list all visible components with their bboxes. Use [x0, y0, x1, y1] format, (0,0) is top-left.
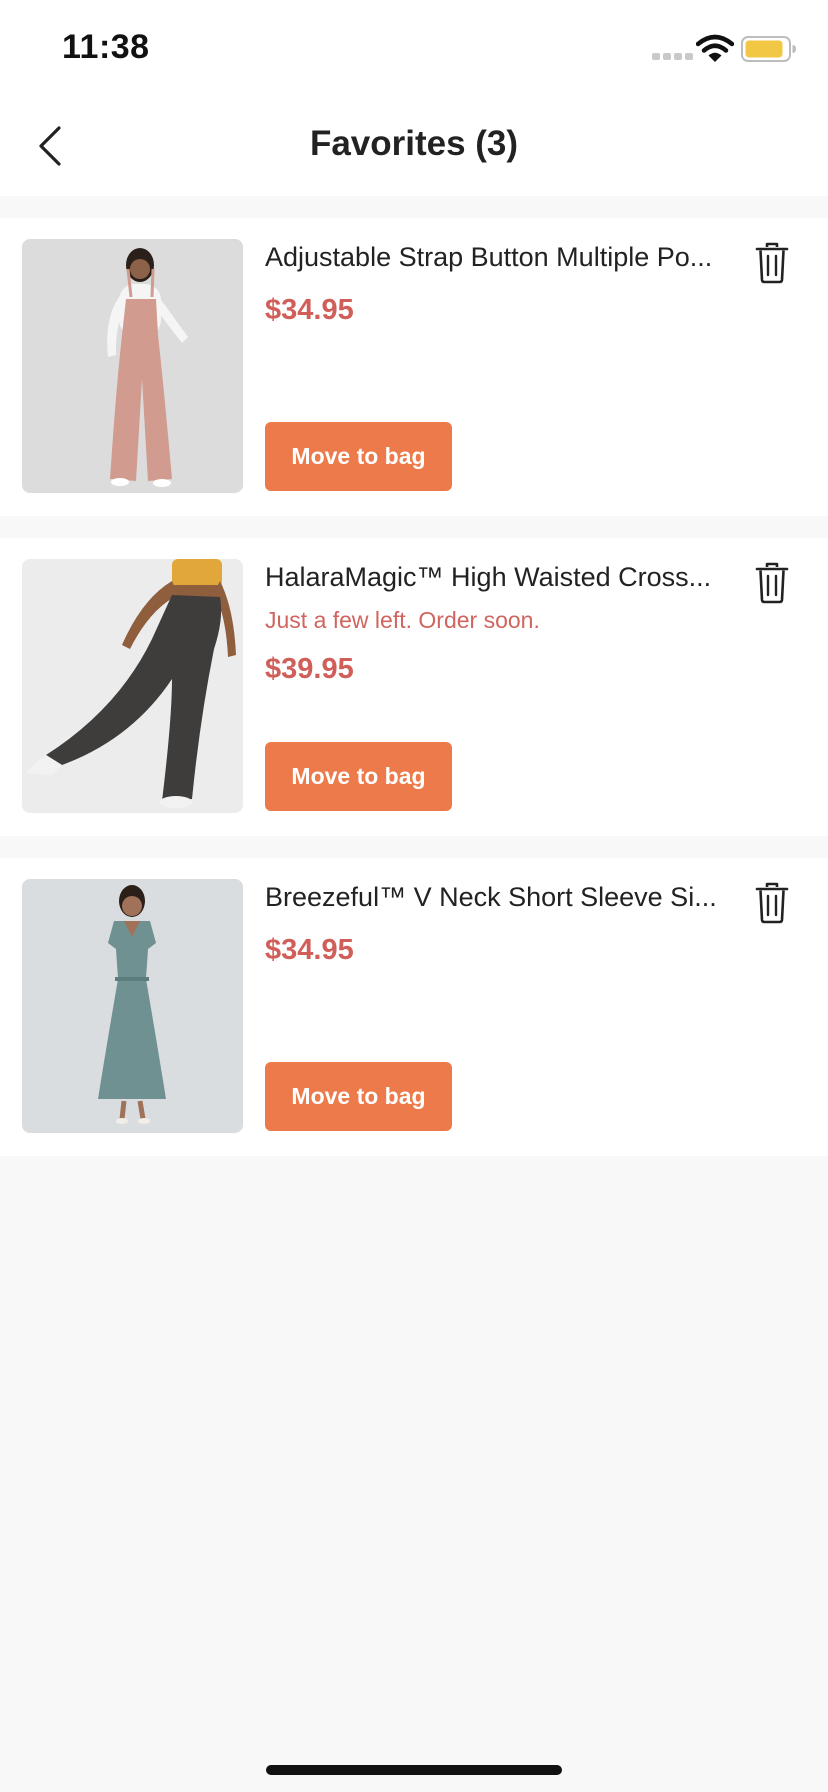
list-item: Adjustable Strap Button Multiple Po... $…	[0, 218, 828, 516]
signal-icon	[652, 53, 693, 60]
move-to-bag-button[interactable]: Move to bag	[265, 742, 452, 811]
delete-button[interactable]	[754, 882, 790, 924]
trash-icon	[755, 882, 789, 924]
page-title: Favorites (3)	[309, 124, 519, 163]
product-title[interactable]: Adjustable Strap Button Multiple Po...	[265, 242, 725, 273]
product-image[interactable]	[22, 239, 243, 493]
header: Favorites (3)	[0, 96, 828, 196]
stock-warning: Just a few left. Order soon.	[265, 607, 540, 633]
trash-icon	[755, 242, 789, 284]
product-image[interactable]	[22, 879, 243, 1133]
product-title[interactable]: HalaraMagic™ High Waisted Cross...	[265, 562, 725, 593]
list-item: HalaraMagic™ High Waisted Cross... Just …	[0, 538, 828, 836]
status-time: 11:38	[62, 28, 150, 66]
product-image[interactable]	[22, 559, 243, 813]
move-to-bag-button[interactable]: Move to bag	[265, 422, 452, 491]
delete-button[interactable]	[754, 562, 790, 604]
product-price: $34.95	[265, 934, 354, 966]
product-price: $39.95	[265, 653, 354, 685]
product-price: $34.95	[265, 294, 354, 326]
trash-icon	[755, 562, 789, 604]
list-item: Breezeful™ V Neck Short Sleeve Si... $34…	[0, 858, 828, 1156]
delete-button[interactable]	[754, 242, 790, 284]
product-title[interactable]: Breezeful™ V Neck Short Sleeve Si...	[265, 882, 725, 913]
battery-icon	[741, 36, 796, 62]
home-indicator[interactable]	[266, 1765, 562, 1775]
move-to-bag-button[interactable]: Move to bag	[265, 1062, 452, 1131]
wifi-icon	[696, 34, 734, 62]
status-bar: 11:38	[0, 0, 828, 96]
